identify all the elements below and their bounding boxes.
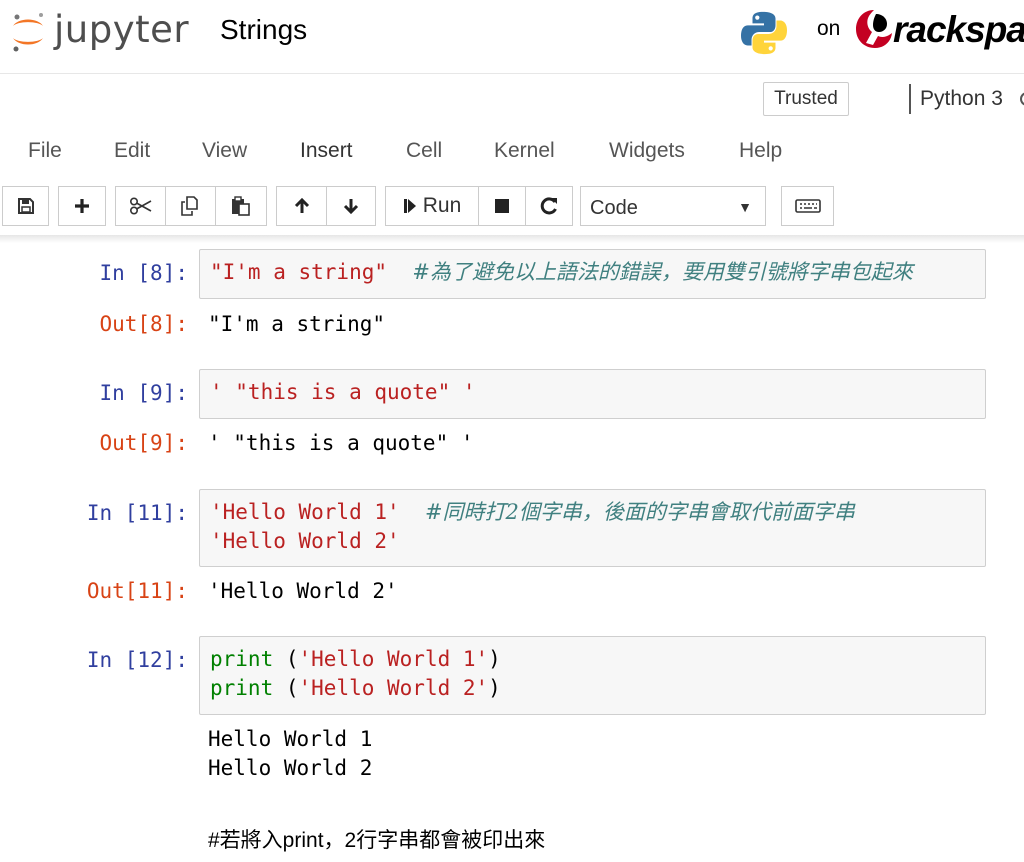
- cell-out-prompt: Out[11]:: [86, 579, 188, 603]
- string-token: 'Hello World 2': [210, 529, 400, 553]
- cell-out-prompt: Out[9]:: [99, 431, 188, 455]
- builtin-token: print: [210, 647, 274, 671]
- rackspace-logo-icon: [856, 10, 892, 48]
- save-icon: [17, 198, 34, 214]
- run-button[interactable]: Run: [385, 186, 479, 226]
- menu-kernel[interactable]: Kernel: [494, 138, 555, 164]
- toolbar: Run Code ▼: [0, 186, 1024, 226]
- stream-output-line: Hello World 1: [208, 727, 373, 751]
- code-token: ): [488, 647, 501, 671]
- scissors-icon: [129, 197, 151, 215]
- code-line: ' "this is a quote" ': [210, 378, 975, 407]
- header: jupyter Strings on rackspace: [0, 0, 1024, 74]
- run-label: Run: [422, 194, 462, 217]
- code-line: print ('Hello World 2'): [210, 674, 975, 703]
- string-token: 'Hello World 2': [298, 676, 489, 700]
- code-cell-input[interactable]: 'Hello World 1' #同時打2個字串，後面的字串會取代前面字串 'H…: [199, 489, 986, 567]
- code-cell-input[interactable]: ' "this is a quote" ': [199, 369, 986, 419]
- string-token: 'Hello World 1': [298, 647, 489, 671]
- notebook-name[interactable]: Strings: [220, 12, 307, 48]
- string-token: "I'm a string": [210, 260, 388, 284]
- comment-token: #同時打2個字串，後面的字串會取代前面字串: [424, 500, 855, 524]
- cell-type-select[interactable]: Code ▼: [580, 186, 766, 226]
- copy-button[interactable]: [165, 186, 216, 226]
- code-line: "I'm a string" #為了避免以上語法的錯誤，要用雙引號將字串包起來: [210, 258, 975, 287]
- menu-widgets[interactable]: Widgets: [609, 138, 685, 164]
- rackspace-logo-text: rackspace: [893, 9, 1024, 50]
- stream-output-line: Hello World 2: [208, 756, 373, 780]
- stop-icon: [495, 199, 509, 213]
- kernel-name[interactable]: Python 3: [920, 84, 1003, 114]
- code-token: (: [273, 676, 299, 700]
- code-token: (: [273, 647, 299, 671]
- cell-in-prompt: In [11]:: [86, 501, 188, 525]
- string-token: 'Hello World 1': [210, 500, 400, 524]
- caret-down-icon: ▼: [738, 199, 752, 215]
- keyboard-icon: [794, 199, 821, 213]
- jupyter-logo-text[interactable]: jupyter: [54, 8, 189, 52]
- cell-in-prompt: In [9]:: [99, 381, 188, 405]
- insert-cell-button[interactable]: [58, 186, 106, 226]
- string-token: ' "this is a quote" ': [210, 380, 476, 404]
- code-line: print ('Hello World 1'): [210, 645, 975, 674]
- arrow-down-icon: [343, 199, 359, 215]
- cell-in-prompt: In [12]:: [86, 648, 188, 672]
- cell-output: ' "this is a quote" ': [208, 431, 474, 455]
- menu-help[interactable]: Help: [739, 138, 782, 164]
- code-cell-input[interactable]: "I'm a string" #為了避免以上語法的錯誤，要用雙引號將字串包起來: [199, 249, 986, 299]
- arrow-up-icon: [294, 197, 309, 213]
- cut-button[interactable]: [115, 186, 166, 226]
- python-logo-icon: [741, 11, 787, 55]
- kernel-separator: [909, 84, 911, 114]
- jupyter-logo-icon[interactable]: [8, 8, 48, 54]
- menu-file[interactable]: File: [28, 138, 62, 164]
- move-down-button[interactable]: [326, 186, 376, 226]
- code-cell-input[interactable]: print ('Hello World 1') print ('Hello Wo…: [199, 636, 986, 715]
- move-up-button[interactable]: [276, 186, 327, 226]
- cell-output: 'Hello World 2': [208, 579, 398, 603]
- trusted-indicator[interactable]: Trusted: [763, 82, 849, 116]
- on-label: on: [817, 17, 841, 40]
- menu-view[interactable]: View: [202, 138, 247, 164]
- code-token: ): [488, 676, 501, 700]
- copy-icon: [180, 196, 198, 216]
- builtin-token: print: [210, 676, 274, 700]
- restart-icon: [540, 197, 557, 215]
- cell-out-prompt: Out[8]:: [99, 312, 188, 336]
- paste-icon: [232, 196, 250, 216]
- command-palette-button[interactable]: [781, 186, 834, 226]
- comment-token: #為了避免以上語法的錯誤，要用雙引號將字串包起來: [412, 260, 913, 284]
- plus-icon: [75, 199, 89, 213]
- menu-insert[interactable]: Insert: [300, 138, 353, 164]
- markdown-cell-text[interactable]: #若將入print，2行字串都會被印出來: [208, 826, 545, 855]
- code-line: 'Hello World 2': [210, 527, 975, 556]
- cell-type-value: Code: [590, 197, 638, 219]
- menu-edit[interactable]: Edit: [114, 138, 150, 164]
- menu-cell[interactable]: Cell: [406, 138, 442, 164]
- interrupt-button[interactable]: [478, 186, 526, 226]
- paste-button[interactable]: [215, 186, 267, 226]
- code-line: 'Hello World 1' #同時打2個字串，後面的字串會取代前面字串: [210, 498, 975, 527]
- header-shadow: [0, 235, 1024, 243]
- save-button[interactable]: [2, 186, 49, 226]
- cell-in-prompt: In [8]:: [99, 261, 188, 285]
- cell-output: "I'm a string": [208, 312, 386, 336]
- step-forward-icon: [403, 199, 416, 213]
- restart-button[interactable]: [525, 186, 573, 226]
